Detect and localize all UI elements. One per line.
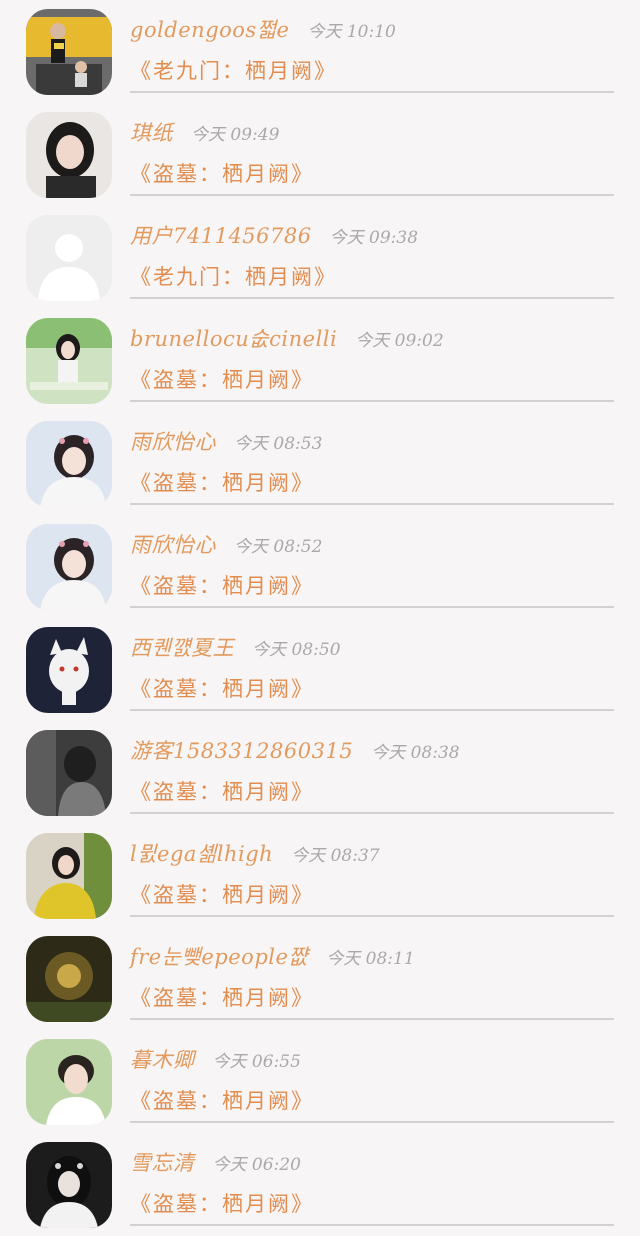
- username[interactable]: fre눈뺒epeople쨦: [130, 941, 308, 971]
- comment-list: goldengoos쩗e 今天 10:10 《老九门：栖月阙》 琪纸 今天 09…: [0, 0, 640, 1228]
- divider: [130, 400, 614, 402]
- divider: [130, 297, 614, 299]
- avatar[interactable]: [26, 936, 112, 1022]
- list-item[interactable]: fre눈뺒epeople쨦 今天 08:11 《盗墓：栖月阙》: [0, 927, 640, 1030]
- avatar[interactable]: [26, 112, 112, 198]
- username[interactable]: 琪纸: [130, 117, 173, 147]
- avatar-cartoon-icon: [26, 627, 112, 713]
- meta-line: 游客1583312860315 今天 08:38: [130, 735, 460, 767]
- avatar[interactable]: [26, 730, 112, 816]
- list-item[interactable]: 用户7411456786 今天 09:38 《老九门：栖月阙》: [0, 206, 640, 309]
- timestamp: 今天 08:38: [371, 743, 460, 763]
- avatar-photo-icon: [26, 1142, 112, 1228]
- timestamp: 今天 08:53: [234, 434, 323, 454]
- username[interactable]: 游客1583312860315: [130, 735, 353, 765]
- list-item[interactable]: 琪纸 今天 09:49 《盗墓：栖月阙》: [0, 103, 640, 206]
- meta-line: l뮔ega셺lhigh 今天 08:37: [130, 838, 380, 870]
- meta-line: 用户7411456786 今天 09:38: [130, 220, 418, 252]
- avatar[interactable]: [26, 524, 112, 610]
- avatar-photo-icon: [26, 112, 112, 198]
- username[interactable]: 雨欣怡心: [130, 426, 216, 456]
- list-item[interactable]: 西퀜꺬夏王 今天 08:50 《盗墓：栖月阙》: [0, 618, 640, 721]
- book-title-link[interactable]: 《盗墓：栖月阙》: [130, 673, 314, 703]
- meta-line: goldengoos쩗e 今天 10:10: [130, 14, 396, 46]
- meta-line: 暮木卿 今天 06:55: [130, 1044, 301, 1076]
- avatar-photo-icon: [26, 9, 112, 95]
- book-title-link[interactable]: 《老九门：栖月阙》: [130, 261, 337, 291]
- meta-line: 琪纸 今天 09:49: [130, 117, 279, 149]
- meta-line: 西퀜꺬夏王 今天 08:50: [130, 632, 341, 664]
- username[interactable]: 雪忘清: [130, 1147, 195, 1177]
- meta-line: fre눈뺒epeople쨦 今天 08:11: [130, 941, 415, 973]
- username[interactable]: 西퀜꺬夏王: [130, 632, 234, 662]
- timestamp: 今天 08:52: [234, 537, 323, 557]
- avatar-photo-icon: [26, 318, 112, 404]
- avatar-photo-icon: [26, 524, 112, 610]
- divider: [130, 503, 614, 505]
- book-title-link[interactable]: 《盗墓：栖月阙》: [130, 982, 314, 1012]
- username[interactable]: goldengoos쩗e: [130, 14, 289, 44]
- book-title-link[interactable]: 《盗墓：栖月阙》: [130, 364, 314, 394]
- avatar-photo-icon: [26, 833, 112, 919]
- avatar[interactable]: [26, 215, 112, 301]
- list-item[interactable]: goldengoos쩗e 今天 10:10 《老九门：栖月阙》: [0, 0, 640, 103]
- avatar[interactable]: [26, 318, 112, 404]
- meta-line: 雨欣怡心 今天 08:53: [130, 426, 322, 458]
- avatar-photo-icon: [26, 421, 112, 507]
- divider: [130, 709, 614, 711]
- username[interactable]: 暮木卿: [130, 1044, 195, 1074]
- meta-line: 雪忘清 今天 06:20: [130, 1147, 301, 1179]
- book-title-link[interactable]: 《盗墓：栖月阙》: [130, 467, 314, 497]
- meta-line: 雨欣怡心 今天 08:52: [130, 529, 322, 561]
- timestamp: 今天 09:38: [329, 228, 419, 248]
- list-item[interactable]: brunellocu숪cinelli 今天 09:02 《盗墓：栖月阙》: [0, 309, 640, 412]
- avatar[interactable]: [26, 421, 112, 507]
- timestamp: 今天 06:55: [212, 1052, 301, 1072]
- book-title-link[interactable]: 《盗墓：栖月阙》: [130, 776, 314, 806]
- list-item[interactable]: 游客1583312860315 今天 08:38 《盗墓：栖月阙》: [0, 721, 640, 824]
- timestamp: 今天 09:02: [355, 331, 444, 351]
- avatar[interactable]: [26, 1142, 112, 1228]
- avatar[interactable]: [26, 1039, 112, 1125]
- meta-line: brunellocu숪cinelli 今天 09:02: [130, 323, 444, 355]
- divider: [130, 91, 614, 93]
- divider: [130, 1018, 614, 1020]
- username[interactable]: 雨欣怡心: [130, 529, 216, 559]
- timestamp: 今天 09:49: [191, 125, 280, 145]
- divider: [130, 194, 614, 196]
- timestamp: 今天 06:20: [212, 1155, 301, 1175]
- avatar[interactable]: [26, 627, 112, 713]
- list-item[interactable]: 暮木卿 今天 06:55 《盗墓：栖月阙》: [0, 1030, 640, 1133]
- username[interactable]: brunellocu숪cinelli: [130, 323, 337, 353]
- book-title-link[interactable]: 《老九门：栖月阙》: [130, 55, 337, 85]
- book-title-link[interactable]: 《盗墓：栖月阙》: [130, 570, 314, 600]
- divider: [130, 915, 614, 917]
- avatar-photo-icon: [26, 1039, 112, 1125]
- list-item[interactable]: l뮔ega셺lhigh 今天 08:37 《盗墓：栖月阙》: [0, 824, 640, 927]
- timestamp: 今天 10:10: [307, 22, 396, 42]
- divider: [130, 1121, 614, 1123]
- avatar-photo-icon: [26, 730, 112, 816]
- book-title-link[interactable]: 《盗墓：栖月阙》: [130, 879, 314, 909]
- timestamp: 今天 08:11: [326, 949, 415, 969]
- divider: [130, 606, 614, 608]
- list-item[interactable]: 雨欣怡心 今天 08:52 《盗墓：栖月阙》: [0, 515, 640, 618]
- username[interactable]: l뮔ega셺lhigh: [130, 838, 273, 868]
- default-avatar-icon: [26, 215, 112, 301]
- avatar[interactable]: [26, 9, 112, 95]
- username[interactable]: 用户7411456786: [130, 220, 312, 250]
- divider: [130, 812, 614, 814]
- divider: [130, 1224, 614, 1226]
- avatar-photo-icon: [26, 936, 112, 1022]
- timestamp: 今天 08:37: [291, 846, 380, 866]
- list-item[interactable]: 雨欣怡心 今天 08:53 《盗墓：栖月阙》: [0, 412, 640, 515]
- book-title-link[interactable]: 《盗墓：栖月阙》: [130, 158, 314, 188]
- timestamp: 今天 08:50: [252, 640, 341, 660]
- book-title-link[interactable]: 《盗墓：栖月阙》: [130, 1085, 314, 1115]
- avatar[interactable]: [26, 833, 112, 919]
- book-title-link[interactable]: 《盗墓：栖月阙》: [130, 1188, 314, 1218]
